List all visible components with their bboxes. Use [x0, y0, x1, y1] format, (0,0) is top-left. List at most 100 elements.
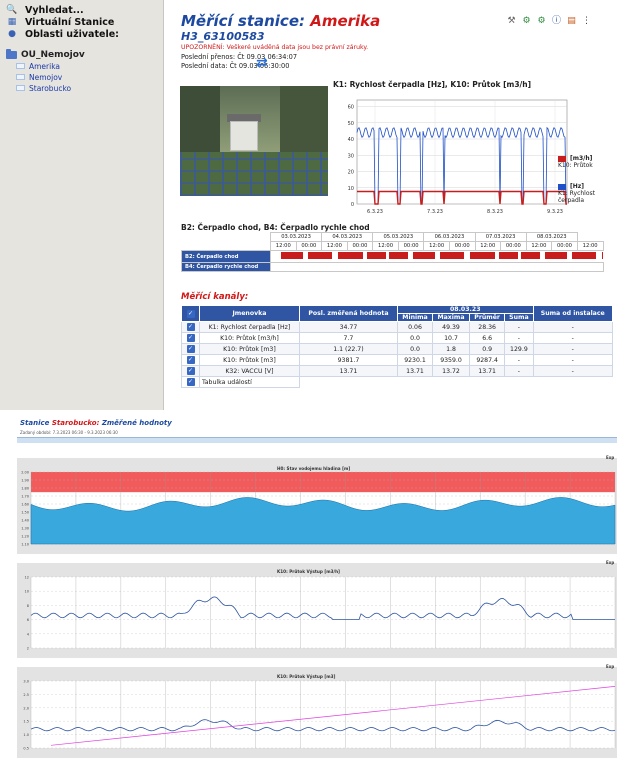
channels-table: ✓ Jmenovka Posl. změřená hodnota 08.03.2…	[181, 305, 613, 388]
pump-run-segment	[572, 252, 596, 259]
legend-swatch-flow	[558, 155, 566, 162]
cell-max: 49.39	[432, 321, 470, 333]
virtual-station-icon: ▦	[7, 17, 17, 27]
export-link[interactable]: Exp	[606, 560, 614, 565]
station-photo	[180, 86, 328, 196]
col-avg: Průměr	[468, 313, 506, 322]
y-tick-label: 1.60	[21, 503, 29, 507]
user-areas-menu-item[interactable]: ● Oblasti uživatele:	[6, 28, 159, 40]
level-chart: 2.00 1.90 1.80 1.70 1.60 1.50 1.40 1.30 1.20 1.10	[21, 471, 616, 547]
legend-speed: [Hz] K1: Rychlost čerpadla	[558, 183, 617, 204]
tree-item-nemojov[interactable]: Nemojov	[16, 72, 163, 82]
pump-date: 03.03.2023	[269, 232, 323, 242]
y-tick-label: 1.0	[23, 733, 29, 737]
events-link[interactable]: Tabulka událostí	[199, 376, 300, 388]
more-icon[interactable]: ⋮	[580, 16, 593, 27]
pump-hour: 12:00	[576, 241, 604, 251]
last-data: Poslední data: Čt 09.03 06:30:00	[181, 62, 289, 70]
pump-run-segment	[521, 252, 540, 259]
pump-hour: 12:00	[525, 241, 553, 251]
pump-table: 03.03.2023 04.03.2023 05.03.2023 06.03.2023…	[181, 232, 604, 272]
k-chart-title: K1: Rychlost čerpadla [Hz], K10: Průtok …	[333, 80, 532, 89]
pump-date: 05.03.2023	[372, 232, 425, 242]
check-all-header[interactable]: ✓	[181, 305, 200, 322]
tree-item-amerika[interactable]: Amerika	[16, 61, 163, 71]
cell-last: 1.1 (22.7)	[298, 343, 399, 355]
pump-hour: 12:00	[321, 241, 348, 251]
cell-inst: -	[532, 365, 613, 377]
pump-run-segment	[545, 252, 567, 259]
y-tick-label: 12	[25, 576, 29, 580]
col-min: Minima	[396, 313, 434, 322]
cell-name: K32: VACCU [V]	[199, 365, 300, 377]
y-tick-label: 1.70	[21, 495, 29, 499]
pump-run-segment	[367, 252, 386, 259]
pump-chart: 03.03.2023 04.03.2023 05.03.2023 06.03.2023…	[181, 232, 604, 272]
events-row[interactable]: ✓ Tabulka událostí	[181, 376, 613, 388]
y-tick-label: 10	[25, 590, 29, 594]
cell-sum: -	[504, 332, 534, 344]
cell-min: 0.0	[396, 343, 434, 355]
pump-date: 04.03.2023	[321, 232, 374, 242]
station-icon	[16, 74, 25, 80]
channel-row: ✓ K32: VACCU [V] 13.71 13.71 13.72 13.71- -	[181, 365, 613, 377]
pump-run-segment	[440, 252, 464, 259]
y-tick-label: 30	[348, 153, 354, 159]
y-tick-label: 10	[348, 186, 354, 192]
legend-speed-name: K1: Rychlost čerpadla	[558, 190, 595, 204]
y-tick-label: 1.20	[21, 535, 29, 539]
x-tick-label: 8.3.23	[487, 209, 503, 215]
tools-icon[interactable]: ⚙	[535, 16, 548, 27]
cell-min: 9230.1	[396, 354, 434, 366]
channel-checkbox[interactable]: ✓	[181, 343, 200, 355]
wrench-icon[interactable]: ⚒	[505, 16, 518, 27]
cell-max: 10.7	[432, 332, 470, 344]
tree-item-starobucko[interactable]: Starobucko	[16, 83, 163, 93]
title-station: Amerika	[310, 12, 381, 30]
settings-icon[interactable]: ⚙	[520, 16, 533, 27]
section-suffix: Změřené hodnoty	[101, 419, 172, 427]
cell-avg: 28.36	[468, 321, 506, 333]
channels-title: Měřící kanály:	[181, 292, 249, 302]
pump-hour: 00:00	[346, 241, 374, 251]
y-tick-label: 2	[27, 647, 29, 651]
timeline-bar[interactable]	[17, 437, 617, 443]
tree-root[interactable]: OU_Nemojov	[6, 49, 163, 60]
channel-checkbox[interactable]: ✓	[181, 376, 200, 388]
cell-name: K1: Rychlost čerpadla [Hz]	[199, 321, 300, 333]
cell-sum: 129.9	[504, 343, 534, 355]
cell-last: 7.7	[298, 332, 399, 344]
x-tick-label: 9.3.23	[547, 209, 563, 215]
cell-last: 13.71	[298, 365, 399, 377]
y-tick-label: 1.5	[23, 720, 29, 724]
search-menu-item[interactable]: 🔍 Vyhledat...	[6, 4, 159, 16]
info-icon[interactable]: ⓘ	[550, 16, 563, 27]
tree-item-label: Starobucko	[29, 83, 72, 93]
y-tick-label: 2.00	[21, 471, 29, 475]
channel-row: ✓ K1: Rychlost čerpadla [Hz] 34.77 0.06 49.3…	[181, 321, 613, 333]
cell-max: 9359.0	[432, 354, 470, 366]
y-tick-label: 0	[351, 202, 354, 208]
cell-min: 0.06	[396, 321, 434, 333]
sidebar: 🔍 Vyhledat... ▦ Virtuální Stanice ● Oblasti…	[0, 0, 164, 410]
channel-checkbox[interactable]: ✓	[181, 365, 200, 377]
col-date: 08.03.23	[397, 305, 534, 314]
pump-run-segment	[338, 252, 363, 259]
channel-checkbox[interactable]: ✓	[181, 354, 200, 366]
col-sum: Suma	[504, 313, 534, 322]
pump-run-segment	[470, 252, 495, 259]
export-link[interactable]: Exp	[606, 455, 614, 460]
refresh-icon[interactable]: ⇄	[256, 55, 268, 71]
export-link[interactable]: Exp	[606, 664, 614, 669]
report-icon[interactable]: ▤	[565, 16, 578, 27]
cell-inst: -	[532, 343, 613, 355]
virtual-station-menu-item[interactable]: ▦ Virtuální Stanice	[6, 16, 159, 28]
cell-sum: -	[504, 321, 534, 333]
cell-inst: -	[532, 332, 613, 344]
channel-checkbox[interactable]: ✓	[181, 332, 200, 344]
pump-run-segment	[602, 252, 603, 259]
channel-row: ✓ K10: Průtok [m3] 1.1 (22.7) 0.0 1.8 0.9 129.…	[181, 343, 613, 355]
pump-row-label: B2: Čerpadlo chod	[181, 250, 271, 263]
pump-run-segment	[308, 252, 332, 259]
channel-checkbox[interactable]: ✓	[181, 321, 200, 333]
